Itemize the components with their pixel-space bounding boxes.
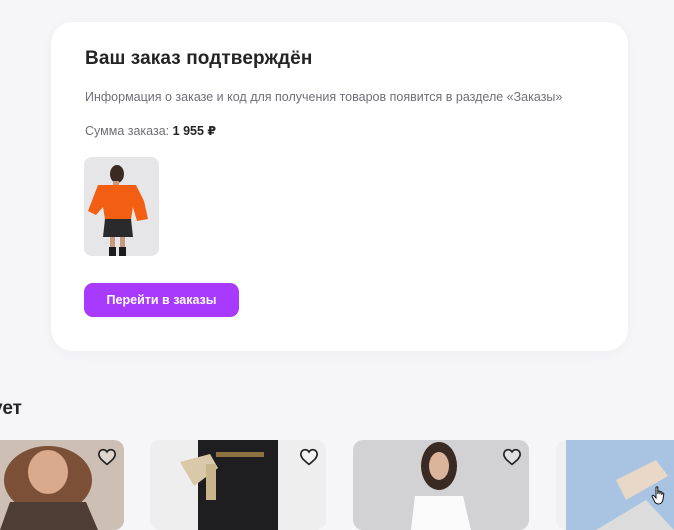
order-confirmation-card: Ваш заказ подтверждён Информация о заказ… (51, 22, 628, 351)
order-info-text: Информация о заказе и код для получения … (85, 90, 563, 104)
favorite-heart-icon[interactable] (298, 446, 320, 468)
favorite-heart-icon[interactable] (96, 446, 118, 468)
product-card-1[interactable] (0, 440, 124, 530)
order-sum: Сумма заказа: 1 955 ₽ (85, 123, 216, 138)
product-image-4 (566, 440, 674, 530)
go-to-orders-button[interactable]: Перейти в заказы (84, 283, 239, 317)
order-sum-value: 1 955 ₽ (172, 124, 217, 138)
ordered-item-image (84, 157, 159, 256)
order-sum-label: Сумма заказа: (85, 124, 170, 138)
product-card-2[interactable] (150, 440, 326, 530)
hand-cursor-icon (651, 486, 667, 511)
product-card-3[interactable] (353, 440, 529, 530)
recommendations-title: ует (0, 398, 22, 419)
order-confirmed-title: Ваш заказ подтверждён (85, 48, 313, 69)
product-card-4[interactable] (556, 440, 674, 530)
favorite-heart-icon[interactable] (501, 446, 523, 468)
